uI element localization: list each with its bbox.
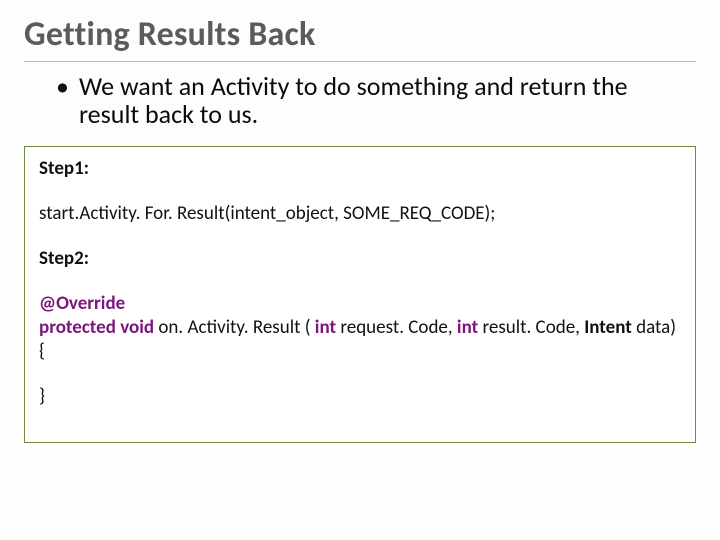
code-signature: protected void on. Activity. Result ( in… bbox=[39, 316, 681, 340]
bullet-item: • We want an Activity to do something an… bbox=[24, 68, 696, 146]
arg-data: data) bbox=[636, 316, 676, 339]
keyword-override: @Override bbox=[39, 292, 125, 315]
bullet-dot-icon: • bbox=[56, 72, 69, 100]
step2-label: Step2: bbox=[39, 247, 681, 270]
code-box: Step1: start.Activity. For. Result(inten… bbox=[24, 146, 696, 443]
slide-title: Getting Results Back bbox=[24, 14, 696, 62]
method-name: on. Activity. Result ( bbox=[158, 316, 310, 339]
code-step1: start.Activity. For. Result(intent_objec… bbox=[39, 202, 681, 225]
brace-open: { bbox=[39, 340, 681, 363]
arg-requestcode: request. Code, bbox=[340, 316, 457, 339]
keyword-protected: protected bbox=[39, 316, 116, 339]
keyword-void: void bbox=[120, 316, 154, 339]
type-intent: Intent bbox=[584, 316, 632, 339]
bullet-text: We want an Activity to do something and … bbox=[79, 72, 690, 128]
keyword-int-1: int bbox=[315, 316, 336, 339]
keyword-int-2: int bbox=[457, 316, 478, 339]
brace-close: } bbox=[39, 385, 681, 408]
step1-label: Step1: bbox=[39, 157, 681, 180]
code-override: @Override bbox=[39, 292, 681, 316]
arg-resultcode: result. Code, bbox=[483, 316, 585, 339]
